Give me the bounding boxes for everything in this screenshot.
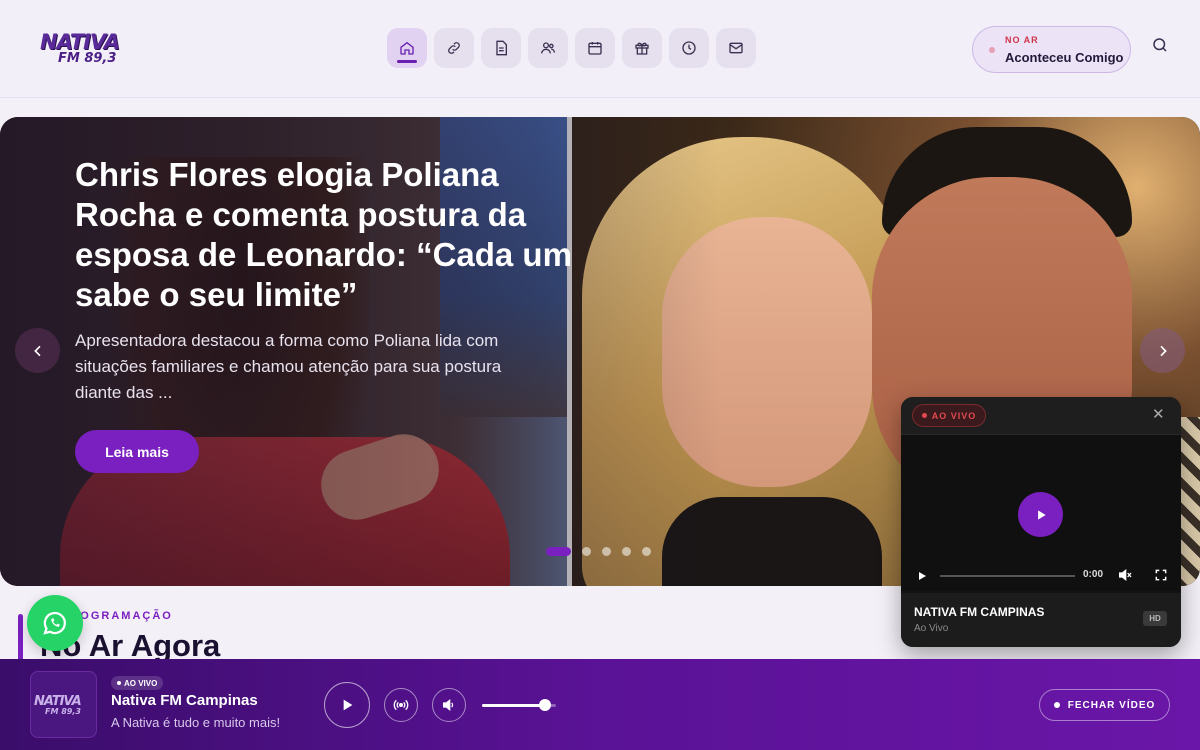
nav-links-button[interactable] (434, 28, 474, 68)
play-icon (1037, 509, 1046, 520)
nav-promotions-button[interactable] (622, 28, 662, 68)
on-air-dot (989, 47, 995, 53)
video-status: Ao Vivo (914, 623, 949, 634)
player-station-logo: NATIVA FM 89,3 (30, 671, 97, 738)
section-accent-bar (18, 614, 23, 664)
volume-icon (443, 698, 454, 712)
nav-home-button[interactable] (387, 28, 427, 68)
fullscreen-button[interactable] (1154, 568, 1168, 587)
users-icon (541, 42, 555, 54)
video-control-play[interactable] (916, 569, 928, 587)
player-station-name: Nativa FM Campinas (111, 692, 258, 709)
player-live-label: AO VIVO (124, 678, 158, 688)
video-header: AO VIVO ✕ (901, 397, 1181, 435)
nativa-logo[interactable]: NATIVA FM 89,3 (40, 30, 152, 68)
search-icon (1153, 38, 1167, 52)
close-video-label: FECHAR VÍDEO (1067, 699, 1156, 711)
volume-fill (482, 704, 545, 707)
player-live-dot (117, 681, 121, 685)
mail-icon (729, 42, 743, 54)
player-live-badge: AO VIVO (111, 676, 164, 690)
chevron-right-icon (1159, 345, 1167, 356)
player-broadcast-button[interactable] (384, 688, 418, 722)
player-play-button[interactable] (324, 682, 370, 728)
close-icon: ✕ (1152, 406, 1165, 423)
live-video-popup: AO VIVO ✕ 0:00 NATIVA FM CAMPINAS Ao Viv… (901, 397, 1181, 647)
slider-dots (546, 547, 651, 556)
radio-player-bar: NATIVA FM 89,3 AO VIVO Nativa FM Campina… (0, 659, 1200, 750)
calendar-icon (588, 42, 602, 55)
video-controls: 0:00 (901, 561, 1181, 591)
link-icon (448, 42, 460, 54)
live-badge: AO VIVO (912, 404, 986, 427)
site-header: NATIVA FM 89,3 NO AR Aconteceu Comigo (0, 0, 1200, 98)
hero-description: Apresentadora destacou a forma como Poli… (75, 331, 502, 402)
logo-frequency: FM 89,3 (58, 51, 117, 66)
slider-dot-1[interactable] (546, 547, 571, 556)
play-icon (919, 572, 926, 580)
slider-dot-3[interactable] (602, 547, 611, 556)
on-air-label: NO AR (1005, 35, 1039, 45)
nav-contact-button[interactable] (716, 28, 756, 68)
fullscreen-icon (1155, 569, 1167, 581)
nav-schedule-button[interactable] (575, 28, 615, 68)
volume-slider-handle[interactable] (538, 699, 551, 711)
player-volume-button[interactable] (432, 688, 466, 722)
hero-title[interactable]: Chris Flores elogia Poliana Rocha e come… (75, 155, 575, 315)
video-info: NATIVA FM CAMPINAS Ao Vivo HD (901, 593, 1181, 647)
slider-dot-5[interactable] (642, 547, 651, 556)
nav-history-button[interactable] (669, 28, 709, 68)
nav-team-button[interactable] (528, 28, 568, 68)
slider-dot-2[interactable] (582, 547, 591, 556)
gift-icon (635, 42, 649, 55)
broadcast-icon (393, 699, 409, 711)
on-air-program: Aconteceu Comigo (1005, 50, 1124, 65)
slider-dot-4[interactable] (622, 547, 631, 556)
close-video-pill-button[interactable]: FECHAR VÍDEO (1039, 689, 1170, 721)
player-logo-frequency: FM 89,3 (45, 707, 81, 716)
slider-prev-button[interactable] (15, 328, 60, 373)
whatsapp-icon (43, 611, 66, 635)
document-icon (496, 40, 507, 56)
hd-badge: HD (1143, 611, 1167, 626)
slider-next-button[interactable] (1140, 328, 1185, 373)
video-play-button[interactable] (1018, 492, 1063, 537)
whatsapp-button[interactable] (27, 595, 83, 651)
volume-muted-icon (1119, 568, 1132, 582)
read-more-button[interactable]: Leia mais (75, 430, 199, 473)
live-dot (921, 413, 927, 418)
mute-button[interactable] (1117, 567, 1133, 588)
search-button[interactable] (1151, 36, 1171, 56)
chevron-left-icon (33, 345, 41, 356)
close-video-button[interactable]: ✕ (1152, 406, 1165, 423)
home-icon (400, 41, 414, 55)
main-nav (387, 28, 756, 68)
player-slogan: A Nativa é tudo e muito mais! (111, 715, 281, 730)
on-air-widget[interactable]: NO AR Aconteceu Comigo (972, 26, 1131, 73)
live-label: AO VIVO (931, 410, 977, 421)
clock-icon (682, 41, 696, 55)
play-icon (343, 699, 353, 711)
nav-news-button[interactable] (481, 28, 521, 68)
close-video-dot (1053, 702, 1060, 708)
video-progress-bar[interactable] (940, 575, 1075, 577)
video-station-name: NATIVA FM CAMPINAS (914, 605, 1045, 619)
video-time: 0:00 (1083, 569, 1104, 580)
